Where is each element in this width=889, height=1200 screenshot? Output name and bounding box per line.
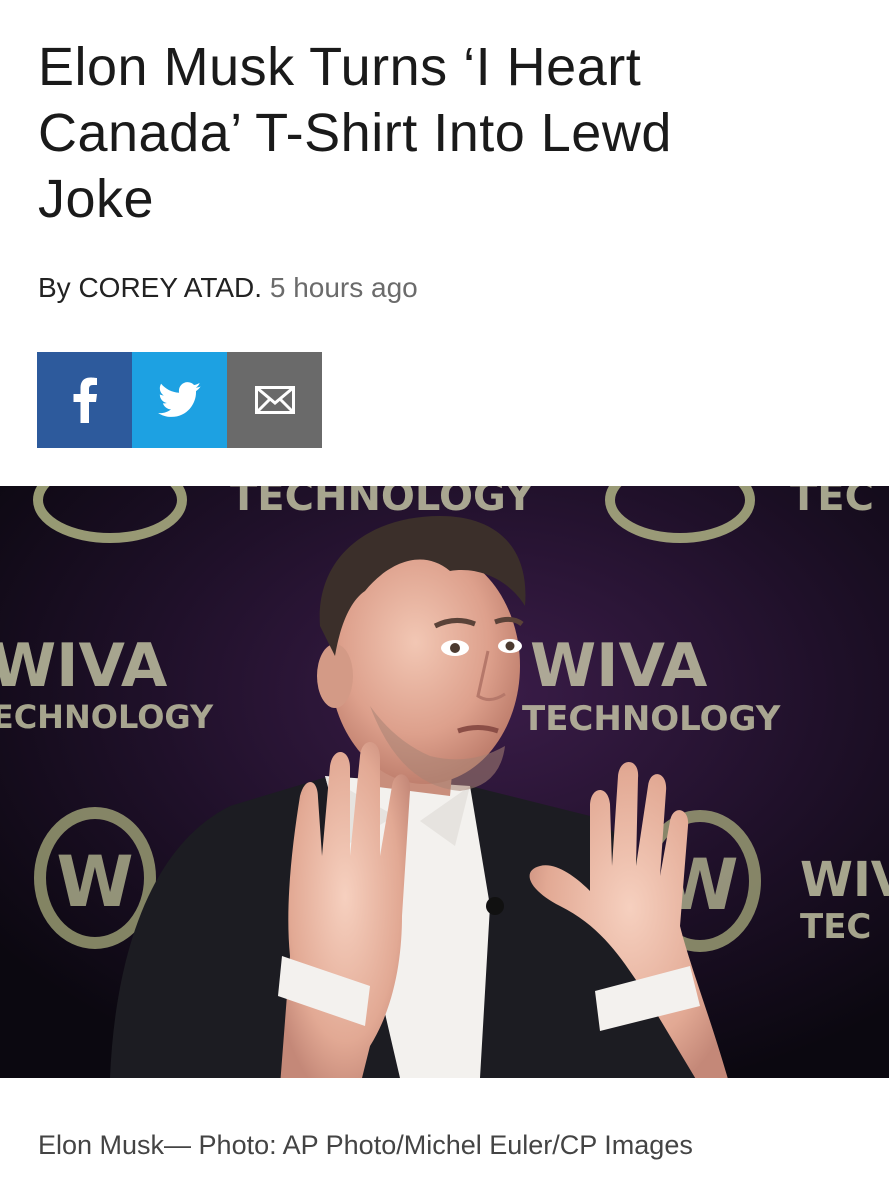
backdrop-text: WIVA [530,631,708,701]
photo-illustration: W W TECHNOLOGY TEC WIVA TECHNOLOGY WIVA … [0,486,889,1078]
headline-line-1: Elon Musk Turns ‘I Heart [38,37,642,97]
byline: By COREY ATAD. 5 hours ago [38,272,418,304]
backdrop-text: TECHNOLOGY [0,698,214,736]
headline-line-2: Canada’ T-Shirt Into Lewd [38,103,672,163]
headline[interactable]: Elon Musk Turns ‘I Heart Canada’ T-Shirt… [38,34,858,232]
facebook-icon [73,377,97,423]
twitter-icon [157,382,201,417]
backdrop-text: TECHNOLOGY [522,699,781,739]
article: Elon Musk Turns ‘I Heart Canada’ T-Shirt… [0,0,889,1200]
byline-timestamp: 5 hours ago [269,272,418,303]
article-photo[interactable]: W W TECHNOLOGY TEC WIVA TECHNOLOGY WIVA … [0,486,889,1078]
photo-caption: Elon Musk— Photo: AP Photo/Michel Euler/… [38,1130,693,1160]
backdrop-text: WIVA [0,631,168,701]
share-facebook-button[interactable] [37,352,132,448]
headline-line-3: Joke [38,169,155,229]
email-icon [254,386,295,414]
svg-text:W: W [56,841,133,923]
share-email-button[interactable] [227,352,322,448]
share-buttons [37,352,322,448]
backdrop-text: WIVA [800,852,889,908]
byline-author[interactable]: By COREY ATAD. [38,272,262,303]
backdrop-text: TECHNOLOGY [230,486,535,520]
share-twitter-button[interactable] [132,352,227,448]
backdrop-text: TEC [800,907,871,947]
backdrop-text: TEC [790,486,874,520]
